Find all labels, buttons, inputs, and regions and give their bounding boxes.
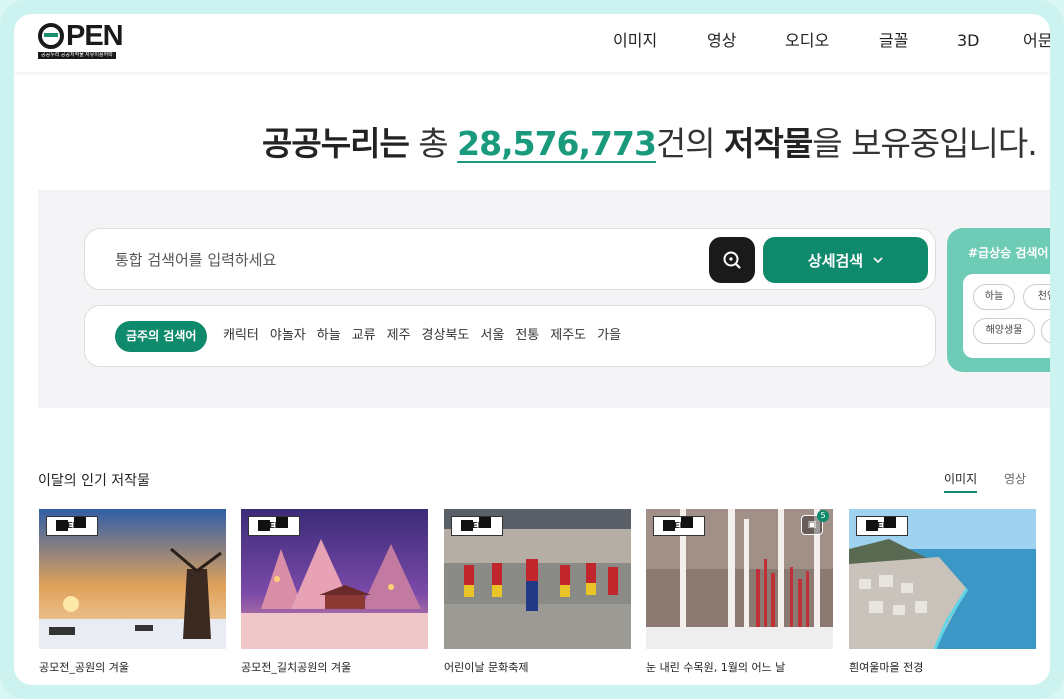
nav-item-literary[interactable]: 어문 — [1023, 30, 1050, 52]
open-license-badge: OPEN — [856, 516, 908, 536]
logo-subtitle: 공공누리 공공저작물 자유이용허락 — [38, 52, 116, 59]
weekly-keywords-label: 금주의 검색어 — [115, 321, 208, 352]
detail-search-label: 상세검색 — [807, 251, 864, 270]
nav-item-font[interactable]: 글꼴 — [879, 30, 908, 52]
headline-suffix: 을 보유중입니다. — [812, 124, 1037, 163]
trend-chip[interactable]: 하늘 — [973, 284, 1015, 310]
search-box: 상세검색 — [84, 228, 936, 290]
keyword-list: 캐릭터 야놀자 하늘 교류 제주 경상북도 서울 전통 제주도 가을 — [223, 327, 632, 345]
keyword-item[interactable]: 하늘 — [317, 327, 341, 345]
card-thumbnail[interactable]: OPEN — [444, 509, 631, 649]
chevron-down-icon — [873, 256, 883, 263]
popular-card[interactable]: OPEN ▣ 5 눈 내린 수목원, 1월의 어느 날 — [646, 509, 833, 675]
open-license-badge: OPEN — [248, 516, 300, 536]
popular-card[interactable]: OPEN 흰여울마을 전경 — [849, 509, 1036, 675]
trend-chip[interactable]: 천연 — [1023, 284, 1050, 310]
trend-chip[interactable]: 해양생물 — [973, 318, 1035, 344]
multi-image-icon: ▣ 5 — [801, 510, 829, 535]
keyword-item[interactable]: 전통 — [515, 327, 539, 345]
keyword-item[interactable]: 제주 — [387, 327, 411, 345]
site-header: PEN 공공누리 공공저작물 자유이용허락 이미지 영상 오디오 글꼴 3D 어… — [14, 14, 1050, 72]
card-title: 어린이날 문화축제 — [444, 661, 529, 674]
page: PEN 공공누리 공공저작물 자유이용허락 이미지 영상 오디오 글꼴 3D 어… — [14, 14, 1050, 685]
tab-image[interactable]: 이미지 — [944, 470, 978, 493]
search-button[interactable] — [709, 237, 755, 283]
headline-mid2: 건의 — [655, 124, 725, 163]
site-logo[interactable]: PEN 공공누리 공공저작물 자유이용허락 — [38, 19, 134, 59]
open-license-badge: OPEN — [451, 516, 503, 536]
open-license-badge: OPEN — [653, 516, 705, 536]
card-title: 공모전_길치공원의 겨울 — [241, 661, 352, 674]
headline-mid1: 총 — [408, 124, 458, 163]
search-icon — [723, 251, 741, 269]
keyword-item[interactable]: 경상북도 — [422, 327, 470, 345]
image-count-badge: 5 — [817, 510, 829, 522]
popular-card[interactable]: OPEN 공모전_공원의 겨울 — [39, 509, 226, 675]
search-input[interactable] — [115, 247, 675, 273]
headline-bold2: 저작물 — [724, 124, 813, 163]
card-thumbnail[interactable]: OPEN — [39, 509, 226, 649]
trending-chip-list: 하늘 천연 해양생물 기 — [963, 274, 1050, 358]
headline-prefix: 공공누리는 — [262, 124, 410, 163]
card-thumbnail[interactable]: OPEN — [241, 509, 428, 649]
open-license-badge: OPEN — [46, 516, 98, 536]
logo-o-icon — [38, 23, 64, 49]
popular-section-title: 이달의 인기 저작물 — [38, 473, 150, 489]
card-title: 눈 내린 수목원, 1월의 어느 날 — [646, 661, 786, 674]
popular-card[interactable]: OPEN 어린이날 문화축제 — [444, 509, 631, 675]
card-title: 흰여울마을 전경 — [849, 661, 924, 674]
page-headline: 공공누리는 총 28,576,773건의 저작물을 보유중입니다. — [262, 122, 1038, 166]
total-count[interactable]: 28,576,773 — [457, 124, 657, 163]
detail-search-button[interactable]: 상세검색 — [763, 237, 928, 283]
card-title: 공모전_공원의 겨울 — [39, 661, 129, 674]
search-area: 상세검색 금주의 검색어 캐릭터 야놀자 하늘 교류 제주 경상북도 서울 전통… — [38, 190, 1050, 408]
trend-chip[interactable]: 기 — [1041, 318, 1050, 344]
card-thumbnail[interactable]: OPEN — [849, 509, 1036, 649]
nav-item-image[interactable]: 이미지 — [613, 30, 657, 52]
card-thumbnail[interactable]: OPEN ▣ 5 — [646, 509, 833, 649]
keyword-item[interactable]: 제주도 — [550, 327, 586, 345]
weekly-keywords: 금주의 검색어 캐릭터 야놀자 하늘 교류 제주 경상북도 서울 전통 제주도 … — [84, 305, 936, 367]
nav-item-3d[interactable]: 3D — [957, 30, 980, 52]
trending-keywords-card: #급상승 검색어 하늘 천연 해양생물 기 — [947, 228, 1050, 372]
popular-card[interactable]: OPEN 공모전_길치공원의 겨울 — [241, 509, 428, 675]
nav-item-audio[interactable]: 오디오 — [785, 30, 829, 52]
keyword-item[interactable]: 캐릭터 — [223, 327, 259, 345]
tab-video[interactable]: 영상 — [1004, 470, 1026, 487]
nav-item-video[interactable]: 영상 — [707, 30, 736, 52]
keyword-item[interactable]: 서울 — [480, 327, 504, 345]
logo-word: PEN — [38, 19, 124, 53]
keyword-item[interactable]: 야놀자 — [270, 327, 306, 345]
keyword-item[interactable]: 가을 — [597, 327, 621, 345]
keyword-item[interactable]: 교류 — [352, 327, 376, 345]
trending-title: #급상승 검색어 — [968, 246, 1049, 260]
